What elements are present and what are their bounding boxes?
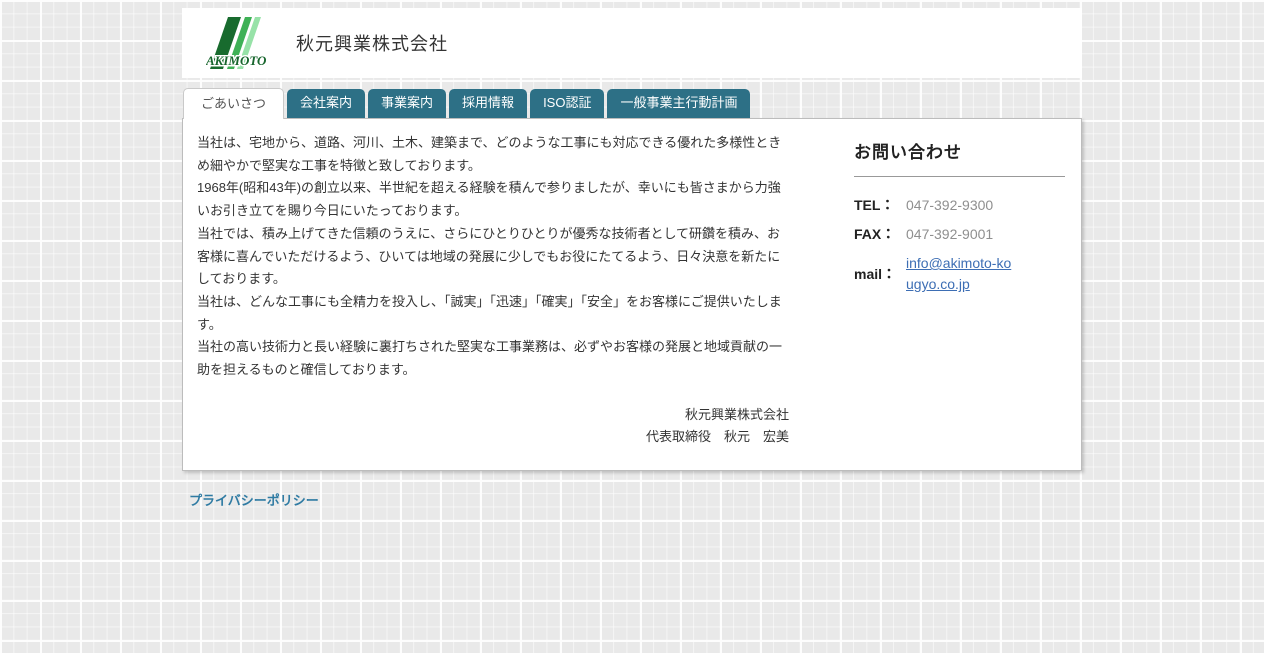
greeting-paragraph: 1968年(昭和43年)の創立以来、半世紀を超える経験を積んで参りましたが、幸い… xyxy=(197,177,789,222)
contact-divider xyxy=(854,176,1065,177)
tab-general-employer-action-plan[interactable]: 一般事業主行動計画 xyxy=(607,89,750,118)
company-name: 秋元興業株式会社 xyxy=(296,30,448,56)
tab-recruit-info[interactable]: 採用情報 xyxy=(449,89,527,118)
contact-row-tel: TEL： 047-392-9300 xyxy=(854,195,1065,216)
tab-iso-certification[interactable]: ISO認証 xyxy=(530,89,604,118)
greeting-paragraph: 当社は、宅地から、道路、河川、土木、建築まで、どのような工事にも対応できる優れた… xyxy=(197,132,789,177)
mail-label: mail： xyxy=(854,264,906,285)
page-footer: プライバシーポリシー xyxy=(182,490,1082,510)
tel-label: TEL： xyxy=(854,195,906,216)
site-header: AKIMOTO 秋元興業株式会社 xyxy=(182,8,1082,78)
company-logo: AKIMOTO xyxy=(206,16,286,70)
tab-company-info[interactable]: 会社案内 xyxy=(287,89,365,118)
contact-row-fax: FAX： 047-392-9001 xyxy=(854,224,1065,245)
privacy-policy-link[interactable]: プライバシーポリシー xyxy=(189,493,319,508)
contact-heading: お問い合わせ xyxy=(854,138,1065,163)
greeting-paragraph: 当社の高い技術力と長い経験に裏打ちされた堅実な工事業務は、必ずやお客様の発展と地… xyxy=(197,336,789,381)
main-nav-tabs: ごあいさつ 会社案内 事業案内 採用情報 ISO認証 一般事業主行動計画 xyxy=(182,88,1082,118)
tab-greeting[interactable]: ごあいさつ xyxy=(183,88,284,119)
signature-block: 秋元興業株式会社 代表取締役 秋元 宏美 xyxy=(197,404,789,449)
tab-business-info[interactable]: 事業案内 xyxy=(368,89,446,118)
fax-value: 047-392-9001 xyxy=(906,224,993,245)
mail-link[interactable]: info@akimoto-kougyo.co.jp xyxy=(906,253,1018,295)
fax-label: FAX： xyxy=(854,224,906,245)
page-container: AKIMOTO 秋元興業株式会社 ごあいさつ 会社案内 事業案内 採用情報 IS… xyxy=(182,8,1082,510)
logo-text: AKIMOTO xyxy=(206,53,267,68)
logo-stripes-icon: AKIMOTO xyxy=(206,16,286,70)
contact-section: お問い合わせ TEL： 047-392-9300 FAX： 047-392-90… xyxy=(854,132,1065,450)
signature-president-name: 代表取締役 秋元 宏美 xyxy=(197,426,789,449)
contact-row-mail: mail： info@akimoto-kougyo.co.jp xyxy=(854,253,1065,295)
tel-value: 047-392-9300 xyxy=(906,195,993,216)
main-content-card: 当社は、宅地から、道路、河川、土木、建築まで、どのような工事にも対応できる優れた… xyxy=(182,118,1082,471)
signature-company-name: 秋元興業株式会社 xyxy=(197,404,789,427)
greeting-text-block: 当社は、宅地から、道路、河川、土木、建築まで、どのような工事にも対応できる優れた… xyxy=(197,132,789,450)
greeting-paragraph: 当社は、どんな工事にも全精力を投入し、「誠実」「迅速」「確実」「安全」をお客様に… xyxy=(197,291,789,336)
greeting-paragraph: 当社では、積み上げてきた信頼のうえに、さらにひとりひとりが優秀な技術者として研鑽… xyxy=(197,223,789,291)
